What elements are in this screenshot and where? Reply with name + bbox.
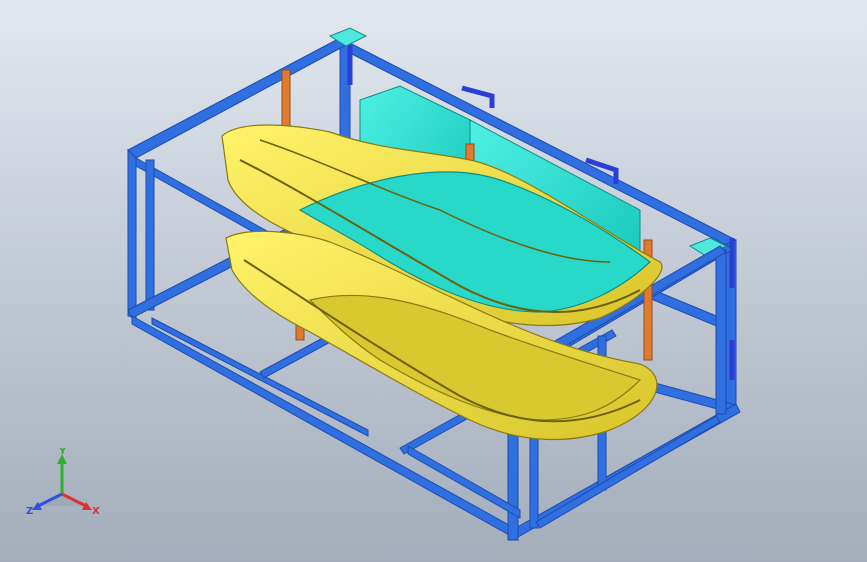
graphics-viewport[interactable]: Y X Z: [0, 0, 867, 562]
triad-x-label: X: [92, 506, 100, 517]
fixture-model[interactable]: [0, 0, 867, 562]
coordinate-triad-icon: Y X Z: [26, 448, 100, 517]
triad-z-label: Z: [26, 506, 33, 517]
triad-y-label: Y: [58, 448, 67, 457]
